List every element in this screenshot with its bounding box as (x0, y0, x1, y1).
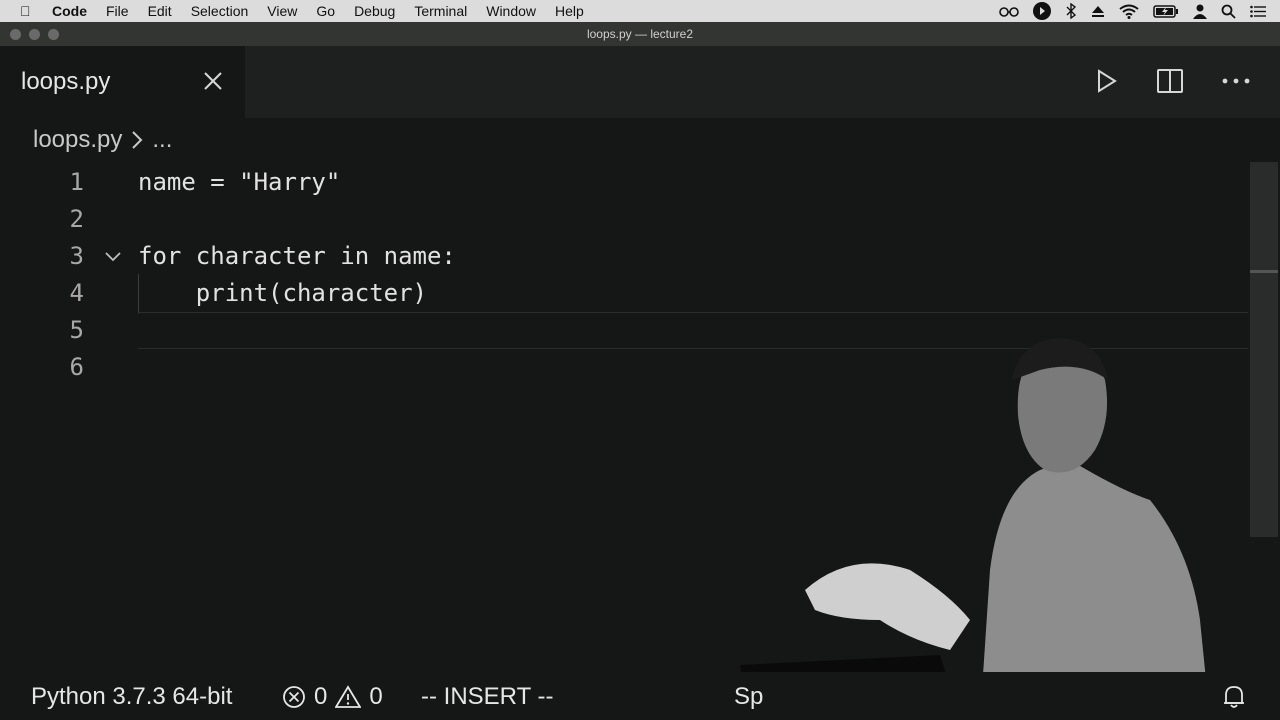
notification-center-icon[interactable] (1250, 5, 1266, 18)
python-interpreter-selector[interactable]: Python 3.7.3 64-bit (31, 683, 232, 711)
line-code[interactable]: for character in name: (138, 238, 456, 275)
status-bar: Python 3.7.3 64-bit 0 0 -- INSERT -- Sp (0, 672, 1280, 720)
fold-chevron-down-icon[interactable] (104, 248, 122, 266)
line-number: 6 (69, 353, 84, 381)
battery-icon[interactable] (1153, 4, 1179, 18)
status-tray (999, 0, 1266, 22)
apple-icon[interactable]:  (20, 3, 38, 19)
code-line[interactable]: 2 (0, 201, 1250, 238)
line-number: 2 (69, 205, 84, 233)
tab-label: loops.py (21, 68, 111, 95)
breadcrumb-file[interactable]: loops.py (33, 126, 122, 154)
warning-icon (335, 685, 362, 708)
code-line[interactable]: 1 name = "Harry" (0, 164, 1250, 201)
line-number: 5 (69, 316, 84, 344)
line-number: 4 (69, 279, 84, 307)
menu-go[interactable]: Go (316, 3, 335, 19)
menu-file[interactable]: File (106, 3, 129, 19)
minimize-window-button[interactable] (29, 29, 40, 40)
breadcrumb-symbols[interactable]: ... (152, 126, 172, 154)
close-window-button[interactable] (10, 29, 21, 40)
split-editor-icon[interactable] (1156, 68, 1184, 94)
menu-terminal[interactable]: Terminal (414, 3, 467, 19)
scrollbar-position-marker (1250, 270, 1278, 273)
zoom-window-button[interactable] (48, 29, 59, 40)
problems-indicator[interactable]: 0 0 (282, 683, 383, 711)
editor-actions (1096, 68, 1250, 94)
screen-recorder-icon[interactable] (1033, 2, 1051, 20)
code-line[interactable]: 3 for character in name: (0, 238, 1250, 275)
menu-debug[interactable]: Debug (354, 3, 395, 19)
user-icon[interactable] (1193, 4, 1207, 19)
editor-scrollbar[interactable] (1250, 162, 1278, 537)
line-code[interactable]: print(character) (138, 275, 427, 312)
app-menu: Code File Edit Selection View Go Debug T… (52, 3, 603, 19)
window-controls (10, 29, 59, 40)
close-tab-icon[interactable] (202, 70, 224, 92)
window-titlebar: loops.py — lecture2 (0, 22, 1280, 46)
tab-loops-py[interactable]: loops.py (0, 46, 245, 118)
warning-count: 0 (369, 683, 383, 710)
glasses-icon[interactable] (999, 5, 1019, 17)
error-icon (283, 686, 305, 708)
menu-selection[interactable]: Selection (191, 3, 249, 19)
vim-mode-indicator: -- INSERT -- (421, 683, 554, 710)
more-actions-icon[interactable] (1222, 78, 1250, 84)
code-line[interactable]: 4 print(character) (0, 275, 1250, 312)
line-number: 3 (69, 242, 84, 270)
window-title: loops.py — lecture2 (586, 27, 694, 41)
wifi-icon[interactable] (1119, 4, 1139, 19)
error-count: 0 (314, 683, 328, 710)
indentation-selector[interactable]: Sp (734, 683, 763, 711)
eject-icon[interactable] (1091, 4, 1105, 18)
menu-edit[interactable]: Edit (148, 3, 172, 19)
menu-view[interactable]: View (267, 3, 297, 19)
line-code[interactable]: name = "Harry" (138, 164, 340, 201)
chevron-right-icon (132, 131, 143, 149)
presenter-video-overlay (740, 338, 1210, 720)
bluetooth-icon[interactable] (1065, 3, 1077, 19)
notifications-bell-icon[interactable] (1222, 684, 1246, 710)
breadcrumb: loops.py ... (33, 126, 172, 154)
menu-window[interactable]: Window (486, 3, 536, 19)
editor-tab-bar: loops.py (0, 46, 1280, 118)
macos-menubar:  Code File Edit Selection View Go Debug… (0, 0, 1280, 22)
menu-code[interactable]: Code (52, 3, 87, 19)
run-file-icon[interactable] (1096, 69, 1118, 93)
menu-help[interactable]: Help (555, 3, 584, 19)
spotlight-search-icon[interactable] (1221, 4, 1236, 19)
line-number: 1 (69, 168, 84, 196)
